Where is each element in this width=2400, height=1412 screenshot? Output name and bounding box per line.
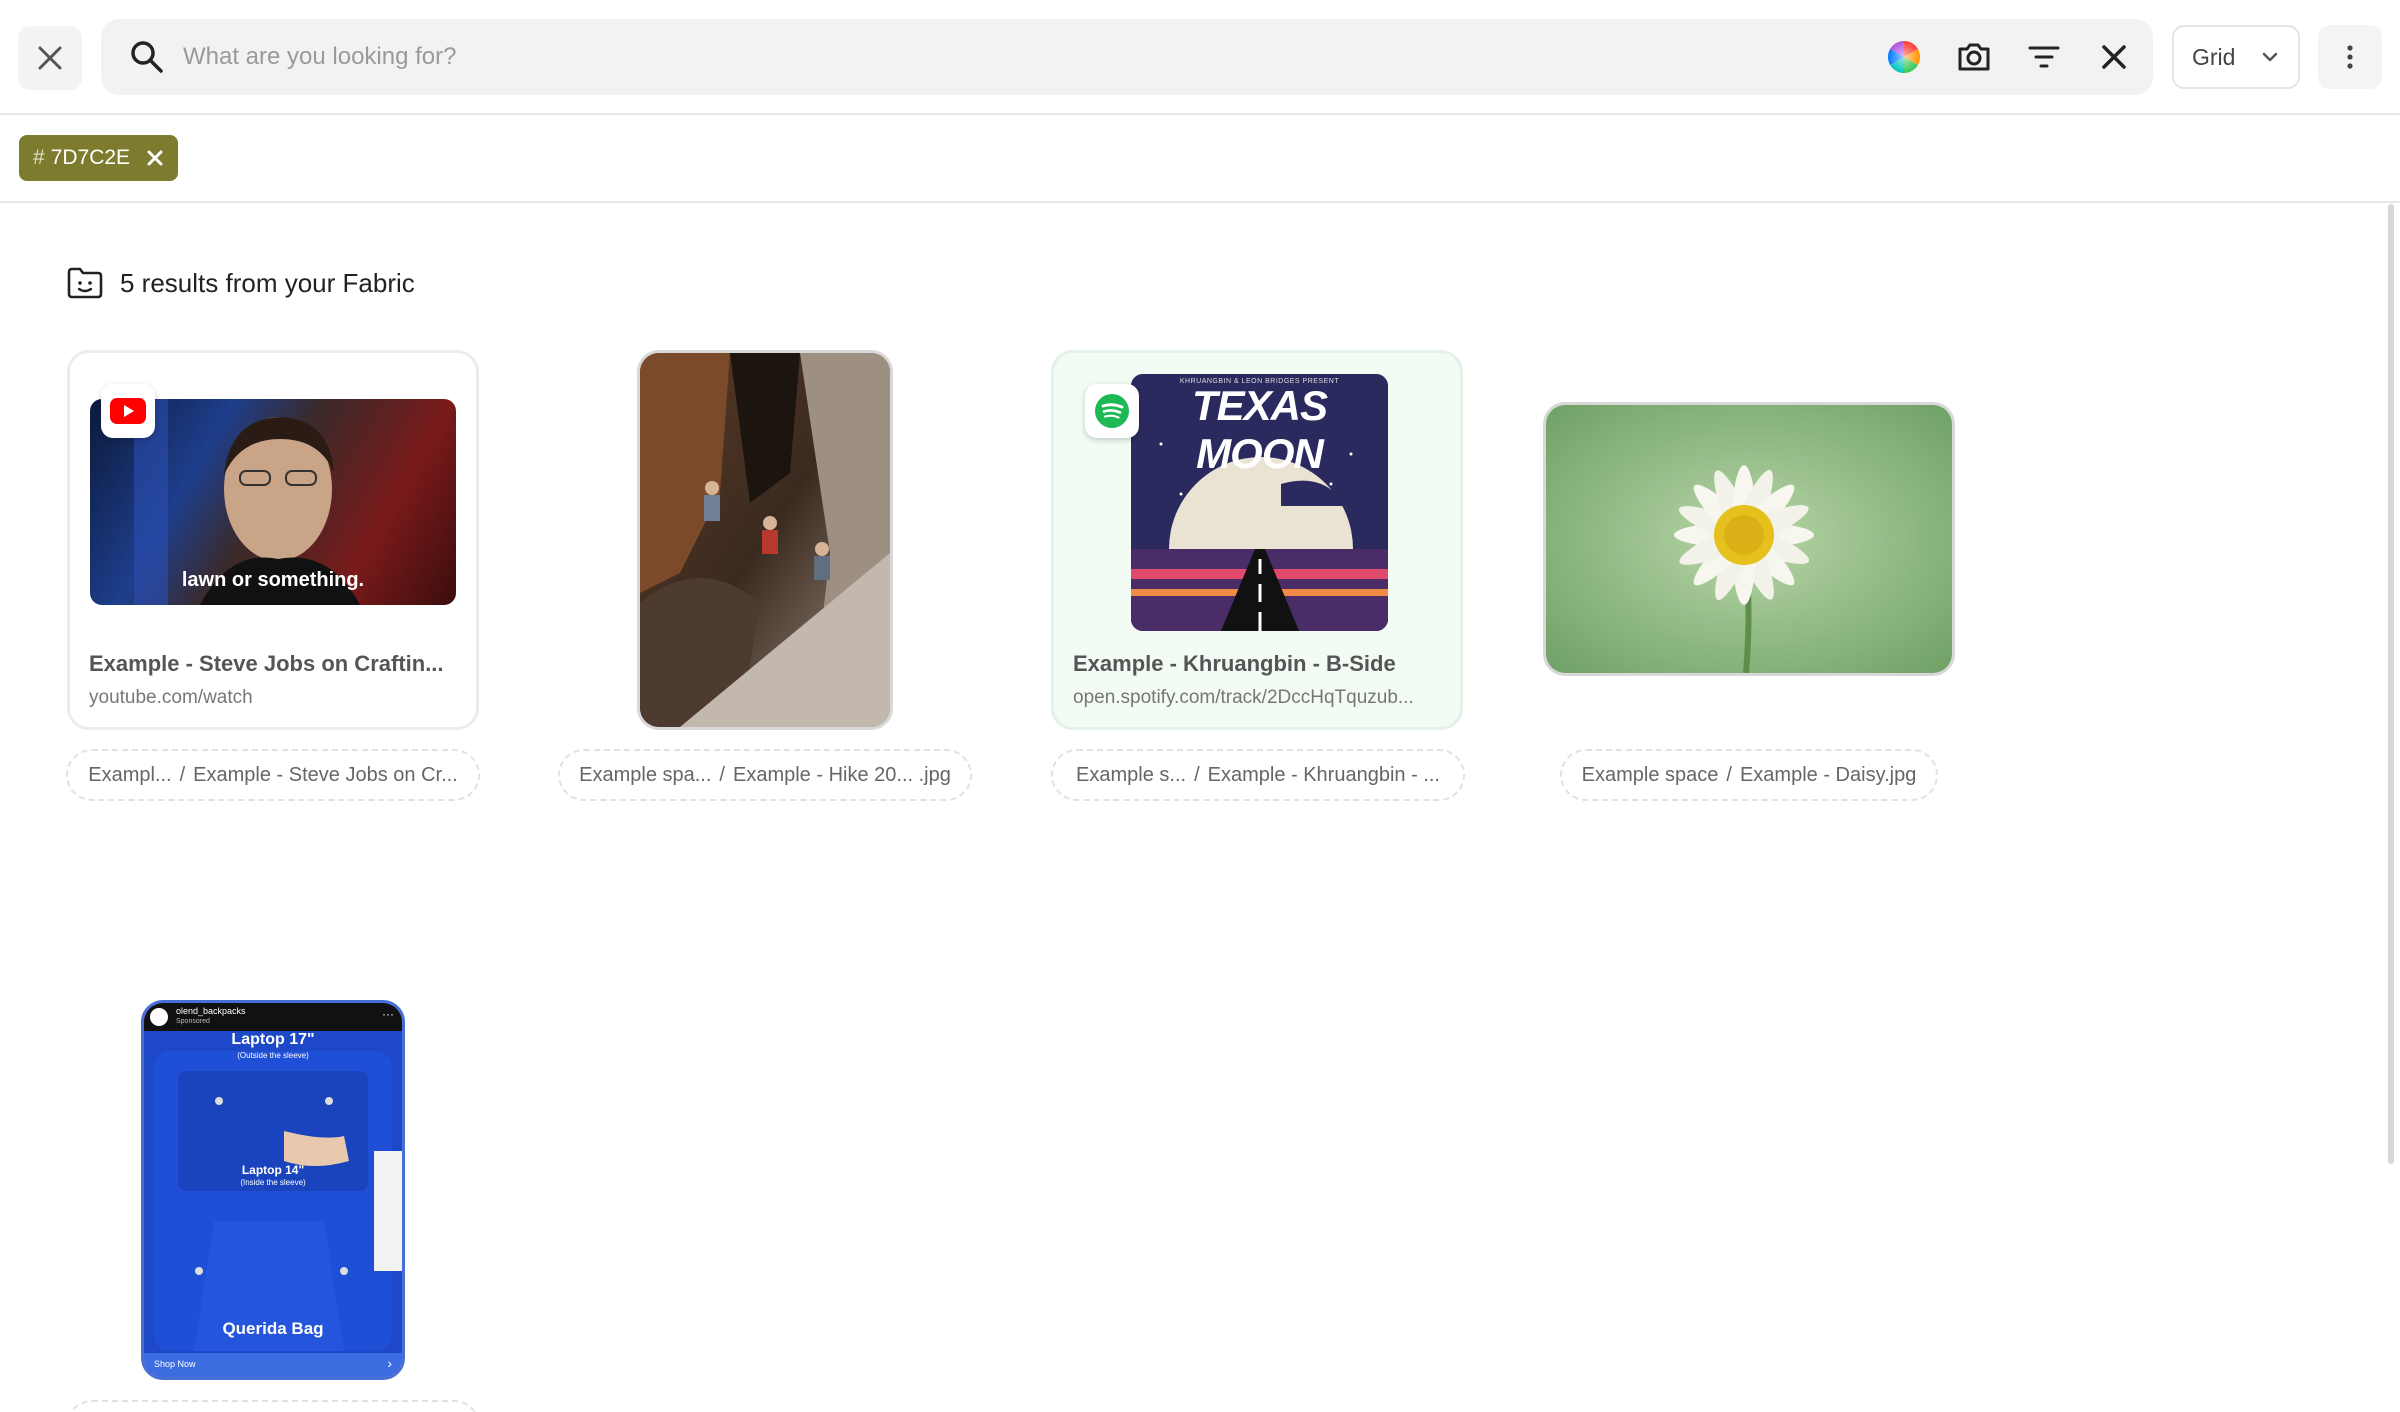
ad-sponsored-label: Sponsored <box>176 1018 210 1025</box>
ad-image: olend_backpacks Sponsored ··· Laptop 17"… <box>144 1003 402 1377</box>
ad-cta-label: Shop Now <box>154 1359 196 1369</box>
result-card-spotify[interactable]: KHRUANGBIN & LEON BRIDGES PRESENT TEXAS … <box>1051 350 1463 730</box>
hike-photo <box>640 353 890 727</box>
color-wheel-icon <box>1887 41 1921 73</box>
filter-button[interactable] <box>2024 37 2064 77</box>
breadcrumb-item: Example - Daisy.jpg <box>1739 763 1917 786</box>
youtube-icon <box>110 398 146 424</box>
clear-icon <box>2102 45 2126 69</box>
card-url: youtube.com/watch <box>89 687 253 708</box>
source-badge <box>1085 384 1139 438</box>
color-wheel-button[interactable] <box>1884 37 1924 77</box>
breadcrumb-item: Example - Steve Jobs on Cr... <box>193 763 458 786</box>
breadcrumb[interactable]: Example space / Example - Daisy.jpg <box>1560 749 1938 801</box>
more-options-button[interactable] <box>2318 25 2382 89</box>
ad-subtext-inside: (Inside the sleeve) <box>240 1178 306 1187</box>
ad-account-name: olend_backpacks <box>176 1006 246 1016</box>
breadcrumb-item: Example - Hike 20... .jpg <box>732 763 951 786</box>
album-title-text: TEXAS MOON <box>1191 382 1328 477</box>
ad-text-laptop-14: Laptop 14" <box>241 1163 305 1177</box>
breadcrumb-partial[interactable] <box>66 1400 480 1412</box>
ad-cta-bar: Shop Now › <box>144 1353 402 1377</box>
view-mode-label: Grid <box>2192 43 2236 70</box>
ad-subtext-outside: (Outside the sleeve) <box>237 1051 309 1060</box>
breadcrumb-space: Example space <box>1581 763 1719 786</box>
breadcrumb-separator: / <box>1194 763 1200 786</box>
camera-icon <box>1958 43 1990 71</box>
clear-search-button[interactable] <box>2094 37 2134 77</box>
video-caption: lawn or something. <box>181 569 365 591</box>
result-card-daisy-image[interactable] <box>1543 402 1955 676</box>
active-filters-row: # 7D7C2E <box>0 117 2400 203</box>
color-filter-label: 7D7C2E <box>50 146 131 169</box>
breadcrumb-space: Exampl... <box>88 763 172 786</box>
spotify-icon <box>1095 394 1129 428</box>
breadcrumb-separator: / <box>719 763 725 786</box>
breadcrumb-separator: / <box>1726 763 1732 786</box>
results-header: 5 results from your Fabric <box>66 266 415 300</box>
fabric-folder-icon <box>67 267 103 299</box>
color-filter-chip[interactable]: # 7D7C2E <box>19 135 179 181</box>
view-mode-select[interactable]: Grid <box>2172 25 2300 89</box>
daisy-photo <box>1546 405 1952 673</box>
search-input[interactable] <box>183 33 1883 81</box>
account-avatar <box>150 1008 168 1026</box>
close-icon <box>38 46 62 70</box>
ad-product-name: Querida Bag <box>222 1319 324 1338</box>
chevron-right-icon: › <box>387 1355 392 1371</box>
top-bar: Grid <box>0 0 2400 115</box>
camera-button[interactable] <box>1954 37 1994 77</box>
filter-icon <box>2028 46 2060 68</box>
breadcrumb-item: Example - Khruangbin - ... <box>1207 763 1440 786</box>
result-card-hike-image[interactable] <box>637 350 893 730</box>
close-button[interactable] <box>18 26 82 90</box>
ad-header: olend_backpacks Sponsored ··· <box>144 1003 402 1031</box>
breadcrumb-separator: / <box>179 763 186 786</box>
breadcrumb[interactable]: Example s... / Example - Khruangbin - ..… <box>1051 749 1465 801</box>
card-url: open.spotify.com/track/2DccHqTquzub... <box>1073 687 1414 708</box>
hash-symbol: # <box>33 146 45 169</box>
source-badge <box>101 384 155 438</box>
breadcrumb-space: Example spa... <box>579 763 712 786</box>
results-count: 5 results from your Fabric <box>120 267 415 298</box>
breadcrumb[interactable]: Example spa... / Example - Hike 20... .j… <box>558 749 972 801</box>
ad-text-laptop-17: Laptop 17" <box>231 1031 315 1048</box>
scrollbar[interactable] <box>2388 204 2394 1164</box>
breadcrumb-space: Example s... <box>1076 763 1187 786</box>
result-card-youtube[interactable]: lawn or something. Example - Steve Jobs … <box>67 350 479 730</box>
card-title: Example - Steve Jobs on Craftin... <box>89 651 444 676</box>
more-vertical-icon <box>2347 45 2353 69</box>
card-title: Example - Khruangbin - B-Side <box>1073 651 1396 676</box>
chevron-down-icon <box>2262 52 2278 62</box>
search-bar <box>101 19 2153 95</box>
more-horizontal-icon: ··· <box>382 1007 394 1021</box>
breadcrumb[interactable]: Exampl... / Example - Steve Jobs on Cr..… <box>66 749 480 801</box>
search-icon <box>131 41 163 73</box>
remove-filter-button[interactable] <box>146 149 164 167</box>
close-icon <box>147 150 163 166</box>
album-art: KHRUANGBIN & LEON BRIDGES PRESENT TEXAS … <box>1131 374 1388 631</box>
result-card-instagram-ad[interactable]: olend_backpacks Sponsored ··· Laptop 17"… <box>141 1000 405 1380</box>
